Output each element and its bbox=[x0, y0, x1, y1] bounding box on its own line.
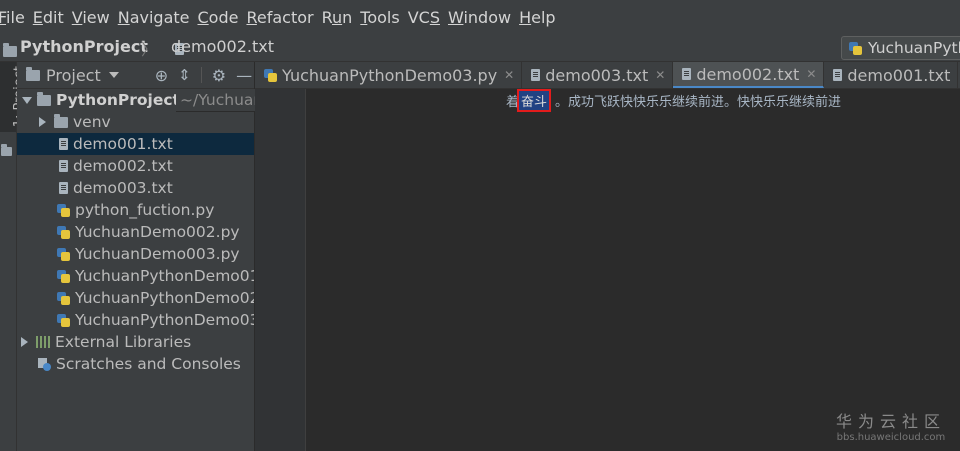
watermark-title: 华为云社区 bbox=[835, 412, 946, 431]
collapse-all-icon[interactable]: ⇕ bbox=[178, 66, 191, 84]
menu-help[interactable]: Help bbox=[519, 8, 563, 27]
python-file-icon bbox=[57, 225, 70, 239]
menu-code[interactable]: Code bbox=[198, 8, 247, 27]
tree-item-label: Scratches and Consoles bbox=[56, 355, 241, 373]
header-divider bbox=[200, 67, 202, 83]
library-icon bbox=[36, 336, 50, 348]
text-file-icon bbox=[833, 69, 843, 81]
project-tree: PythonProject venv demo001.txt demo002.t… bbox=[17, 89, 254, 451]
menu-file[interactable]: File bbox=[0, 8, 33, 27]
tree-item-scratches[interactable]: Scratches and Consoles bbox=[17, 353, 254, 375]
project-panel-header: Project ⊕ ⇕ ⚙ — bbox=[17, 62, 254, 89]
tree-item-label: venv bbox=[73, 113, 111, 131]
editor-area[interactable] bbox=[306, 89, 960, 451]
breadcrumb-file[interactable]: demo002.txt bbox=[171, 37, 274, 56]
text-file-icon bbox=[682, 68, 692, 80]
tree-item-label: YuchuanPythonDemo02 bbox=[75, 289, 254, 307]
python-file-icon bbox=[57, 247, 70, 261]
breadcrumb-separator-icon: 〉 bbox=[141, 40, 158, 59]
tab-demo002[interactable]: demo002.txt ✕ bbox=[673, 62, 825, 88]
run-configuration-label: YuchuanPyth bbox=[868, 39, 960, 57]
tab-label: YuchuanPythonDemo03.py bbox=[282, 65, 498, 85]
editor-tab-bar: YuchuanPythonDemo03.py ✕ demo003.txt ✕ d… bbox=[255, 62, 960, 89]
text-file-icon bbox=[59, 160, 68, 172]
close-icon[interactable]: ✕ bbox=[806, 67, 816, 81]
menu-navigate[interactable]: Navigate bbox=[118, 8, 198, 27]
tree-item-demo002[interactable]: demo002.txt bbox=[17, 155, 254, 177]
chevron-right-icon[interactable] bbox=[39, 117, 46, 127]
tree-item-label: External Libraries bbox=[55, 333, 192, 351]
tree-root-label: PythonProject bbox=[56, 91, 180, 109]
python-file-icon bbox=[57, 291, 70, 305]
tab-yuchuanpythondemo03[interactable]: YuchuanPythonDemo03.py ✕ bbox=[255, 62, 523, 88]
tree-item-label: demo002.txt bbox=[73, 157, 173, 175]
tree-item-label: demo003.txt bbox=[73, 179, 173, 197]
project-folder-icon bbox=[3, 43, 17, 57]
project-tool-tab[interactable]: 1: Project bbox=[0, 62, 27, 132]
tree-item-label: YuchuanPythonDemo03 bbox=[75, 311, 254, 329]
chevron-down-icon[interactable] bbox=[22, 96, 32, 104]
folder-icon bbox=[37, 91, 51, 106]
tree-item-demo001[interactable]: demo001.txt bbox=[17, 133, 254, 155]
text-file-icon bbox=[59, 138, 68, 150]
tree-item-venv[interactable]: venv bbox=[17, 111, 254, 133]
tree-item-label: YuchuanDemo003.py bbox=[75, 245, 240, 263]
tree-item-yuchuandemo002[interactable]: YuchuanDemo002.py bbox=[17, 221, 254, 243]
menu-refactor[interactable]: Refactor bbox=[246, 8, 321, 27]
menu-tools[interactable]: Tools bbox=[360, 8, 407, 27]
close-icon[interactable]: ✕ bbox=[504, 68, 514, 82]
text-file-icon bbox=[59, 182, 68, 194]
tree-item-demo003[interactable]: demo003.txt bbox=[17, 177, 254, 199]
python-file-icon bbox=[57, 269, 70, 283]
editor-text-line[interactable]: 着 奋斗 。成功飞跃快快乐乐继续前进。快快乐乐继续前进 bbox=[506, 88, 842, 112]
scratches-icon bbox=[38, 357, 51, 371]
tree-item-yuchuanpythondemo03[interactable]: YuchuanPythonDemo03 bbox=[17, 309, 254, 331]
locate-icon[interactable]: ⊕ bbox=[155, 66, 168, 85]
folder-icon bbox=[54, 113, 68, 128]
tree-item-label: demo001.txt bbox=[73, 135, 173, 153]
tree-item-python-fuction[interactable]: python_fuction.py bbox=[17, 199, 254, 221]
project-view-title[interactable]: Project bbox=[46, 66, 101, 85]
tab-demo003[interactable]: demo003.txt ✕ bbox=[522, 62, 674, 88]
navigation-bar: PythonProject 〉 demo002.txt YuchuanPyth bbox=[0, 34, 960, 62]
gear-icon[interactable]: ⚙ bbox=[212, 66, 226, 85]
menu-bar: File Edit View Navigate Code Refactor Ru… bbox=[0, 0, 960, 34]
chevron-right-icon[interactable] bbox=[21, 337, 28, 347]
editor-gutter bbox=[255, 89, 306, 451]
tree-item-yuchuanpythondemo02[interactable]: YuchuanPythonDemo02 bbox=[17, 287, 254, 309]
tab-demo001[interactable]: demo001.txt bbox=[824, 62, 959, 88]
tab-label: demo001.txt bbox=[847, 65, 951, 85]
editor-text-rest: 。成功飞跃快快乐乐继续前进。快快乐乐继续前进 bbox=[555, 94, 842, 110]
text-file-icon bbox=[531, 69, 541, 81]
watermark: 华为云社区 bbs.huaweicloud.com bbox=[836, 408, 946, 443]
tree-item-label: YuchuanDemo002.py bbox=[75, 223, 240, 241]
left-tool-strip: 1: Project bbox=[0, 62, 27, 451]
python-file-icon bbox=[57, 313, 70, 327]
minimize-icon[interactable]: — bbox=[236, 66, 252, 85]
tab-label: demo002.txt bbox=[696, 64, 800, 84]
menu-run[interactable]: Run bbox=[322, 8, 361, 27]
watermark-url: bbs.huaweicloud.com bbox=[836, 432, 946, 443]
breadcrumb-project[interactable]: PythonProject bbox=[20, 37, 148, 56]
python-icon bbox=[849, 41, 862, 55]
tree-item-yuchuandemo003[interactable]: YuchuanDemo003.py bbox=[17, 243, 254, 265]
structure-folder-icon[interactable] bbox=[1, 144, 12, 156]
menu-view[interactable]: View bbox=[72, 8, 118, 27]
menu-window[interactable]: Window bbox=[448, 8, 519, 27]
python-file-icon bbox=[264, 68, 277, 82]
python-file-icon bbox=[57, 203, 70, 217]
close-icon[interactable]: ✕ bbox=[655, 68, 665, 82]
tree-item-label: YuchuanPythonDemo01 bbox=[75, 267, 254, 285]
run-configuration-selector[interactable]: YuchuanPyth bbox=[841, 36, 960, 60]
editor-text-prefix: 着 bbox=[506, 94, 520, 110]
tree-item-yuchuanpythondemo01[interactable]: YuchuanPythonDemo01 bbox=[17, 265, 254, 287]
tab-label: demo003.txt bbox=[545, 65, 649, 85]
tree-item-external-libraries[interactable]: External Libraries bbox=[17, 331, 254, 353]
menu-vcs[interactable]: VCS bbox=[408, 8, 448, 27]
selected-text[interactable]: 奋斗 bbox=[517, 88, 552, 112]
project-view-icon bbox=[26, 66, 40, 81]
tree-item-label: python_fuction.py bbox=[75, 201, 215, 219]
menu-edit[interactable]: Edit bbox=[33, 8, 72, 27]
chevron-down-icon[interactable] bbox=[108, 72, 119, 78]
